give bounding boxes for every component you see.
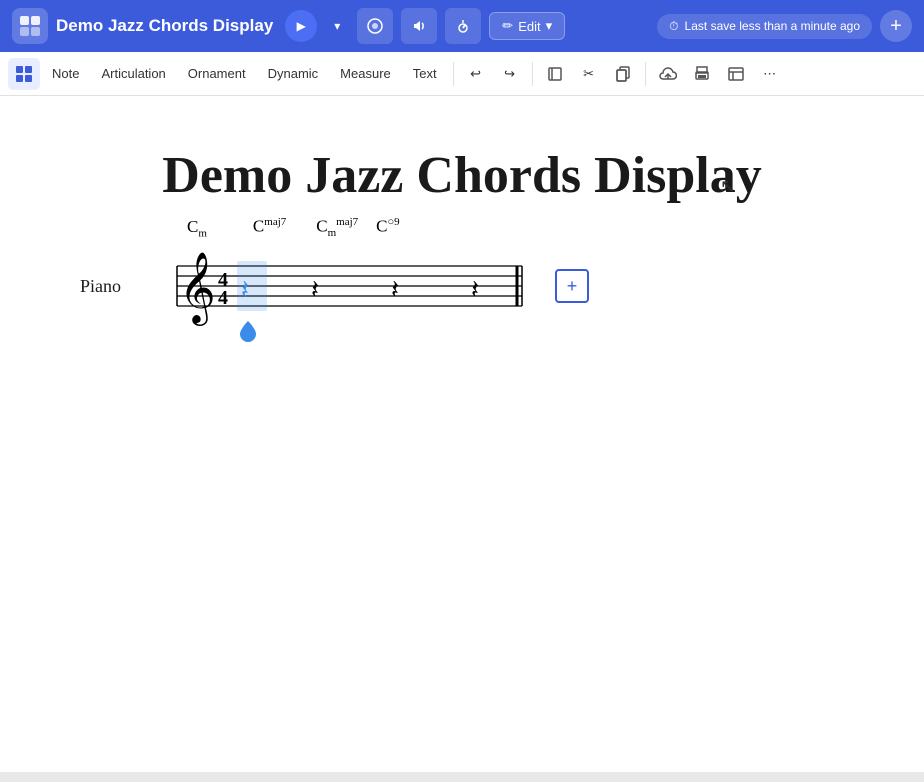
cut-button[interactable]: ✂ [573, 58, 605, 90]
staff-svg[interactable]: 𝄞 4 4 𝄽 𝄽 𝄽 𝄽 [127, 246, 547, 326]
divider-2 [532, 62, 533, 86]
add-measure-button[interactable]: + [555, 269, 589, 303]
edit-dropdown-icon: ▾ [546, 18, 553, 34]
chord-cmaj7: Cmaj7 [253, 216, 286, 237]
chord-cm: Cm [187, 217, 207, 239]
app-logo[interactable] [12, 8, 48, 44]
edit-label: Edit [518, 19, 540, 34]
print-button[interactable] [686, 58, 718, 90]
tab-text[interactable]: Text [403, 61, 447, 86]
mic-button[interactable] [357, 8, 393, 44]
header-bar: Demo Jazz Chords Display ▶ ▾ ✏ Edit ▾ ⏱ … [0, 0, 924, 52]
svg-text:4: 4 [218, 287, 228, 309]
staff-container[interactable]: Cm Cmaj7 Cmmaj7 C○9 𝄞 4 [127, 246, 547, 326]
notation-area: Piano Cm Cmaj7 Cmmaj7 C○9 [80, 246, 589, 326]
redo-button[interactable]: ↪ [494, 58, 526, 90]
divider-1 [453, 62, 454, 86]
score-canvas: Demo Jazz Chords Display ↖ Piano Cm Cmaj… [0, 96, 924, 782]
clock-icon: ⏱ [669, 19, 678, 34]
chord-co9: C○9 [376, 216, 400, 237]
save-status-text: Last save less than a minute ago [685, 19, 860, 33]
save-status-indicator: ⏱ Last save less than a minute ago [657, 14, 872, 39]
svg-text:𝄽: 𝄽 [311, 275, 319, 304]
scrollbar[interactable] [0, 772, 924, 782]
copy-button[interactable] [607, 58, 639, 90]
undo-button[interactable]: ↩ [460, 58, 492, 90]
svg-text:𝄽: 𝄽 [241, 275, 249, 304]
tab-dynamic[interactable]: Dynamic [258, 61, 329, 86]
instrument-label: Piano [80, 276, 121, 297]
svg-text:𝄽: 𝄽 [391, 275, 399, 304]
chord-cmmaj7: Cmmaj7 [316, 216, 358, 239]
frame-button[interactable] [539, 58, 571, 90]
add-button[interactable]: + [880, 10, 912, 42]
tab-note[interactable]: Note [42, 61, 89, 86]
play-dropdown-button[interactable]: ▾ [325, 10, 349, 42]
svg-text:𝄞: 𝄞 [179, 252, 216, 326]
svg-text:𝄽: 𝄽 [471, 275, 479, 304]
divider-3 [645, 62, 646, 86]
toolbar: Note Articulation Ornament Dynamic Measu… [0, 52, 924, 96]
blue-cursor [240, 321, 256, 348]
score-title: Demo Jazz Chords Display [0, 146, 924, 205]
tab-articulation[interactable]: Articulation [91, 61, 175, 86]
speaker-button[interactable] [401, 8, 437, 44]
score-title-text: Demo Jazz Chords Display [162, 147, 761, 204]
play-button[interactable]: ▶ [285, 10, 317, 42]
tuner-button[interactable] [445, 8, 481, 44]
cursor-arrow: ↖ [720, 176, 735, 197]
tab-ornament[interactable]: Ornament [178, 61, 256, 86]
edit-pencil-icon: ✏ [502, 18, 513, 34]
tab-measure[interactable]: Measure [330, 61, 401, 86]
document-title: Demo Jazz Chords Display [56, 16, 273, 36]
more-button[interactable]: ⋯ [754, 58, 786, 90]
edit-button[interactable]: ✏ Edit ▾ [489, 12, 565, 40]
view-button[interactable] [720, 58, 752, 90]
toolbar-grid-icon[interactable] [8, 58, 40, 90]
cloud-button[interactable] [652, 58, 684, 90]
